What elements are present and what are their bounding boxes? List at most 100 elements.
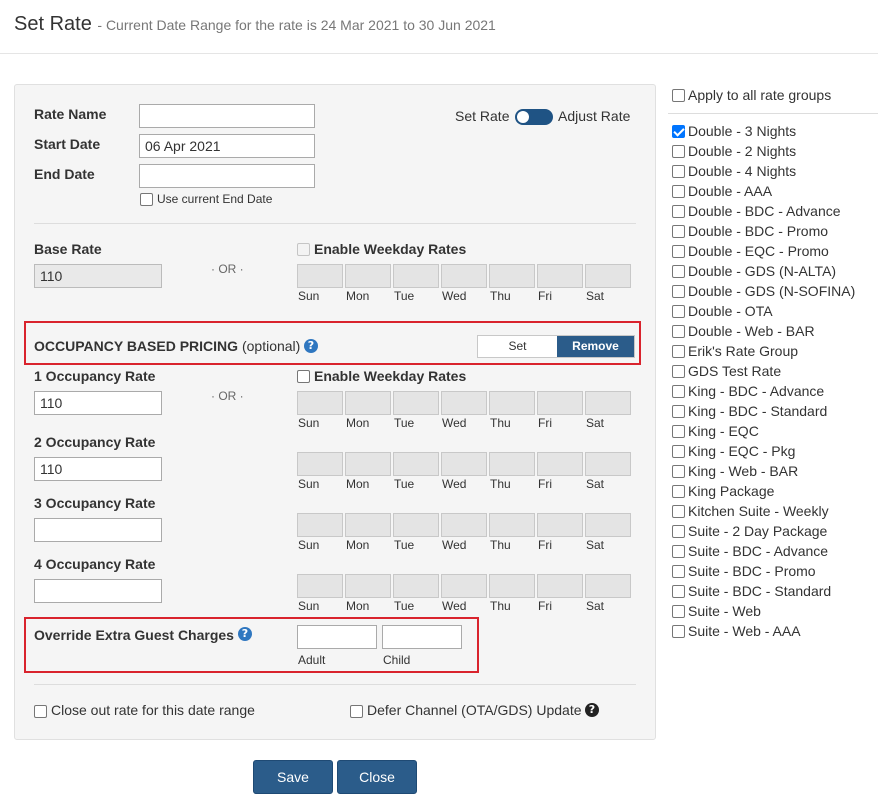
apply-all-checkbox[interactable] — [672, 89, 685, 102]
weekday-input-wed[interactable] — [441, 513, 487, 537]
rate-group-checkbox[interactable] — [672, 505, 685, 518]
weekday-input-tue[interactable] — [393, 391, 439, 415]
rate-group-checkbox[interactable] — [672, 345, 685, 358]
rate-group-checkbox[interactable] — [672, 465, 685, 478]
rate-group-checkbox[interactable] — [672, 565, 685, 578]
save-button[interactable]: Save — [253, 760, 333, 794]
rate-group-checkbox[interactable] — [672, 445, 685, 458]
rate-group-checkbox[interactable] — [672, 525, 685, 538]
weekday-input-thu[interactable] — [489, 452, 535, 476]
rate-group-checkbox[interactable] — [672, 545, 685, 558]
day-label-sun: Sun — [298, 289, 320, 303]
occupancy-enable-weekday-checkbox[interactable] — [297, 370, 310, 383]
rate-name-input[interactable] — [139, 104, 315, 128]
weekday-input-wed[interactable] — [441, 452, 487, 476]
occupancy-rate-2-input[interactable] — [34, 457, 162, 481]
weekday-input-sun[interactable] — [297, 391, 343, 415]
occupancy-set-button[interactable]: Set — [478, 336, 557, 357]
footer-divider — [34, 684, 636, 685]
rate-group-checkbox[interactable] — [672, 325, 685, 338]
day-label-fri: Fri — [538, 538, 552, 552]
weekday-input-wed[interactable] — [441, 264, 487, 288]
rate-group-checkbox[interactable] — [672, 605, 685, 618]
weekday-input-mon[interactable] — [345, 264, 391, 288]
rate-name-label: Rate Name — [34, 106, 107, 122]
weekday-input-mon[interactable] — [345, 391, 391, 415]
defer-channel-checkbox[interactable] — [350, 705, 363, 718]
use-current-end-date-checkbox[interactable] — [140, 193, 153, 206]
base-enable-weekday-checkbox[interactable] — [297, 243, 310, 256]
weekday-input-tue[interactable] — [393, 264, 439, 288]
occupancy-info-icon[interactable]: ? — [304, 339, 318, 353]
weekday-input-mon[interactable] — [345, 574, 391, 598]
day-label-wed: Wed — [442, 477, 467, 491]
rate-group-checkbox[interactable] — [672, 165, 685, 178]
rate-group-checkbox[interactable] — [672, 225, 685, 238]
rate-group-label: Double - OTA — [688, 303, 773, 319]
start-date-input[interactable] — [139, 134, 315, 158]
rate-group-checkbox[interactable] — [672, 125, 685, 138]
end-date-input[interactable] — [139, 164, 315, 188]
rate-group-checkbox[interactable] — [672, 305, 685, 318]
weekday-input-sat[interactable] — [585, 264, 631, 288]
rate-group-checkbox[interactable] — [672, 425, 685, 438]
occupancy-rate-4-input[interactable] — [34, 579, 162, 603]
weekday-input-thu[interactable] — [489, 513, 535, 537]
rate-group-checkbox[interactable] — [672, 185, 685, 198]
set-adjust-toggle[interactable] — [515, 109, 553, 125]
day-label-mon: Mon — [346, 477, 370, 491]
weekday-input-sat[interactable] — [585, 513, 631, 537]
day-label-fri: Fri — [538, 289, 552, 303]
extra-guest-child-input[interactable] — [382, 625, 462, 649]
weekday-input-wed[interactable] — [441, 574, 487, 598]
weekday-input-sun[interactable] — [297, 452, 343, 476]
occupancy-rate-3-input[interactable] — [34, 518, 162, 542]
weekday-input-fri[interactable] — [537, 264, 583, 288]
rate-group-checkbox[interactable] — [672, 485, 685, 498]
rate-group-checkbox[interactable] — [672, 285, 685, 298]
rate-group-checkbox[interactable] — [672, 245, 685, 258]
weekday-input-fri[interactable] — [537, 574, 583, 598]
rate-group-checkbox[interactable] — [672, 405, 685, 418]
day-label-mon: Mon — [346, 416, 370, 430]
weekday-input-mon[interactable] — [345, 452, 391, 476]
weekday-input-tue[interactable] — [393, 513, 439, 537]
weekday-input-tue[interactable] — [393, 452, 439, 476]
weekday-input-thu[interactable] — [489, 391, 535, 415]
weekday-input-sun[interactable] — [297, 513, 343, 537]
close-button[interactable]: Close — [337, 760, 417, 794]
weekday-input-fri[interactable] — [537, 513, 583, 537]
day-label-sat: Sat — [586, 416, 605, 430]
weekday-input-fri[interactable] — [537, 391, 583, 415]
rate-group-checkbox[interactable] — [672, 205, 685, 218]
extra-guest-adult-input[interactable] — [297, 625, 377, 649]
rate-group-label: Suite - BDC - Standard — [688, 583, 832, 599]
close-out-label: Close out rate for this date range — [51, 702, 255, 718]
rate-group-label: Double - EQC - Promo — [688, 243, 829, 259]
weekday-input-sat[interactable] — [585, 452, 631, 476]
rate-group-label: Suite - BDC - Promo — [688, 563, 816, 579]
weekday-input-mon[interactable] — [345, 513, 391, 537]
base-rate-input[interactable] — [34, 264, 162, 288]
weekday-input-sat[interactable] — [585, 574, 631, 598]
weekday-input-sun[interactable] — [297, 574, 343, 598]
defer-channel-help-icon[interactable]: ? — [585, 703, 599, 717]
rate-group-checkbox[interactable] — [672, 385, 685, 398]
weekday-input-thu[interactable] — [489, 264, 535, 288]
rate-group-checkbox[interactable] — [672, 365, 685, 378]
close-out-checkbox[interactable] — [34, 705, 47, 718]
weekday-input-tue[interactable] — [393, 574, 439, 598]
weekday-input-sat[interactable] — [585, 391, 631, 415]
weekday-input-sun[interactable] — [297, 264, 343, 288]
rate-group-checkbox[interactable] — [672, 145, 685, 158]
weekday-input-fri[interactable] — [537, 452, 583, 476]
rate-group-checkbox[interactable] — [672, 265, 685, 278]
extra-guest-info-icon[interactable]: ? — [238, 627, 252, 641]
occupancy-rate-1-input[interactable] — [34, 391, 162, 415]
weekday-input-thu[interactable] — [489, 574, 535, 598]
weekday-input-wed[interactable] — [441, 391, 487, 415]
occupancy-remove-button[interactable]: Remove — [557, 336, 634, 357]
rate-group-checkbox[interactable] — [672, 625, 685, 638]
or-separator: · OR · — [211, 262, 244, 276]
rate-group-checkbox[interactable] — [672, 585, 685, 598]
